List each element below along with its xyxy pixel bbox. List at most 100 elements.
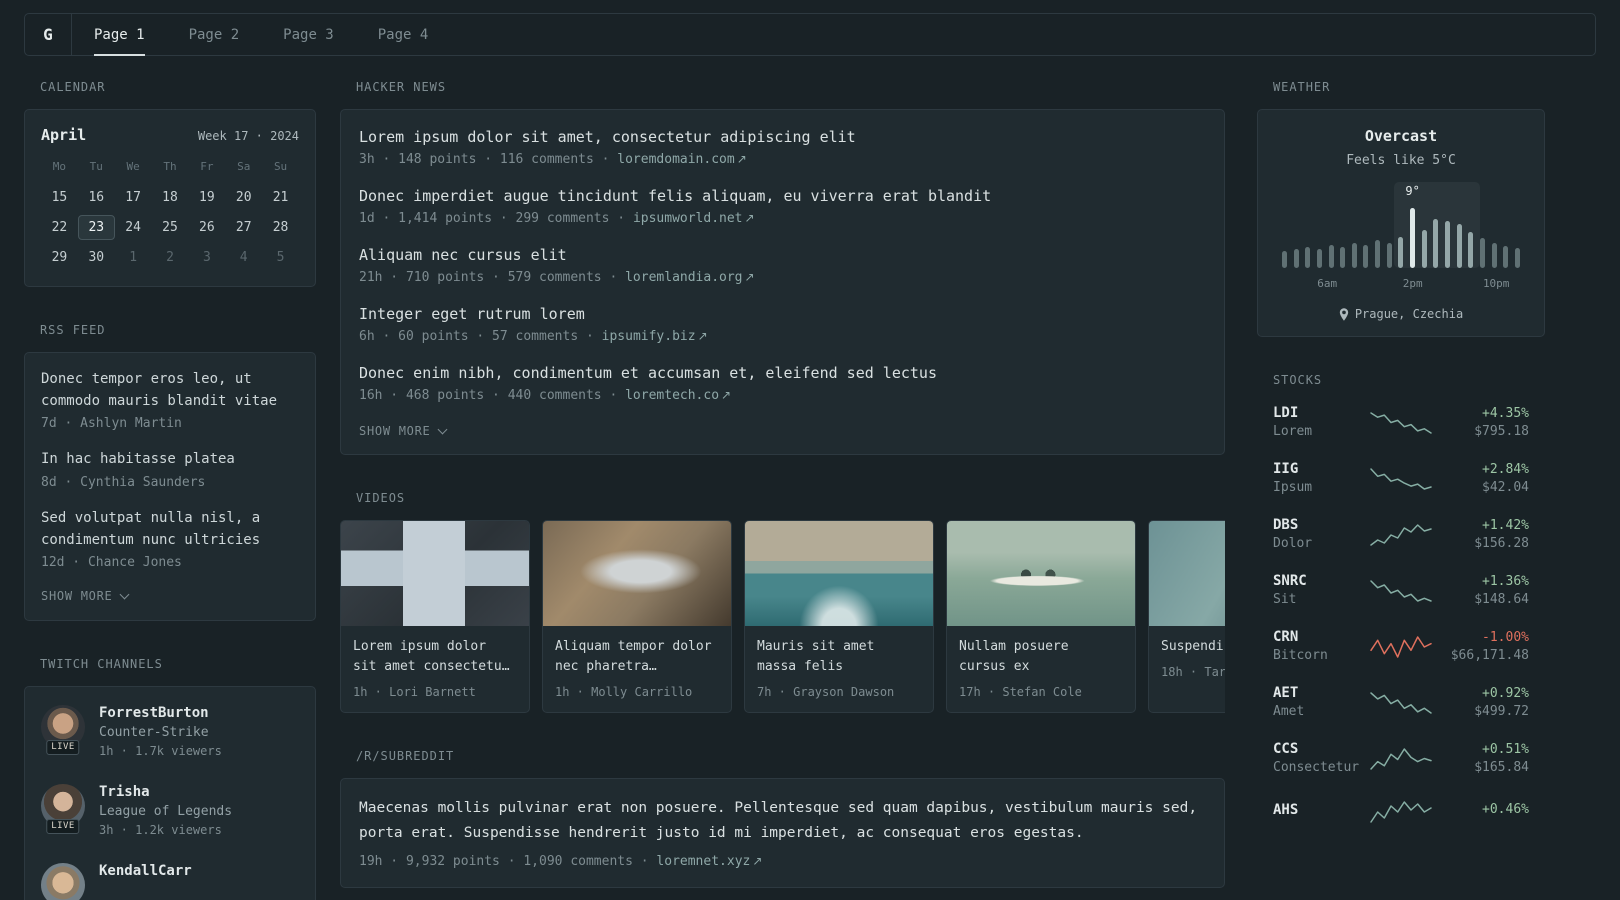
calendar-day: 30 [88,250,105,265]
hacker-news-card: Lorem ipsum dolor sit amet, consectetur … [340,109,1225,455]
weather-time-label: 2pm [1402,277,1423,290]
tab-page-2[interactable]: Page 2 [167,14,262,55]
hn-item-meta-text: 1d · 1,414 points · 299 comments · [359,211,626,226]
calendar-day: 21 [272,190,289,205]
video-card[interactable]: Lorem ipsum dolor sit amet consectetu… 1… [340,520,530,714]
weather-condition: Overcast [1364,127,1438,145]
video-title: Suspendis diam [1161,639,1225,654]
rss-item: Donec tempor eros leo, ut commodo mauris… [41,369,299,431]
hn-item: Aliquam nec cursus elit 21h · 710 points… [359,245,1206,285]
rss-item-link[interactable]: Sed volutpat nulla nisl, a condimentum n… [41,508,299,551]
weather-bar [1305,247,1311,268]
hn-item-title-link[interactable]: Aliquam nec cursus elit [359,245,1206,266]
stock-price: $156.28 [1474,535,1529,551]
twitch-card: LIVE ForrestBurton Counter-Strike 1h · 1… [24,686,316,900]
video-meta: 17h · Stefan Cole [959,685,1082,700]
video-card[interactable]: Mauris sit amet massa felis 7h · Grayson… [744,520,934,714]
subreddit-post-meta-text: 19h · 9,932 points · 1,090 comments · [359,853,649,869]
hn-item: Integer eget rutrum lorem 6h · 60 points… [359,304,1206,344]
calendar-dow: Th [163,160,177,173]
calendar-dow: Mo [52,160,67,173]
tab-page-1[interactable]: Page 1 [72,14,167,56]
top-navigation: G Page 1 Page 2 Page 3 Page 4 [24,13,1596,56]
hn-item-domain-link[interactable]: ipsumify.biz [602,329,696,344]
stock-row: DBS Dolor +1.42% $156.28 [1273,517,1529,551]
calendar-day: 29 [51,250,68,265]
stock-change: +0.51% [1482,741,1529,757]
hn-item-title-link[interactable]: Donec enim nibh, condimentum et accumsan… [359,363,1206,384]
live-badge: LIVE [46,740,80,756]
twitch-channel-row[interactable]: KendallCarr [41,863,299,900]
stock-row: AET Amet +0.92% $499.72 [1273,685,1529,719]
hn-item-title-link[interactable]: Donec imperdiet augue tincidunt felis al… [359,186,1206,207]
hn-item-meta: 16h · 468 points · 440 comments · loremt… [359,388,1206,403]
middle-column: HACKER NEWS Lorem ipsum dolor sit amet, … [340,80,1225,900]
twitch-channel-row[interactable]: LIVE ForrestBurton Counter-Strike 1h · 1… [41,705,299,758]
rss-show-more-button[interactable]: SHOW MORE [41,589,129,603]
video-thumbnail [947,521,1135,626]
avatar [41,863,85,900]
video-card[interactable]: Nullam posuere cursus ex 17h · Stefan Co… [946,520,1136,714]
twitch-avatar-wrap [41,863,85,900]
videos-row: Lorem ipsum dolor sit amet consectetu… 1… [340,520,1225,714]
weather-chart: 9° [1282,182,1520,268]
subreddit-post-link[interactable]: Maecenas mollis pulvinar erat non posuer… [359,796,1206,845]
calendar-day-selected: 23 [77,215,115,240]
rss-card: Donec tempor eros leo, ut commodo mauris… [24,352,316,622]
weather-bar [1514,248,1520,268]
stock-symbol: CRN [1273,629,1299,645]
rss-item-meta: 7d · Ashlyn Martin [41,416,182,432]
hn-item-domain-link[interactable]: ipsumworld.net [633,211,743,226]
hn-item-title-link[interactable]: Lorem ipsum dolor sit amet, consectetur … [359,127,1206,148]
stock-row: CRN Bitcorn -1.00% $66,171.48 [1273,629,1529,663]
tab-page-4[interactable]: Page 4 [356,14,451,55]
subreddit-domain-link[interactable]: loremnet.xyz [656,854,750,869]
twitch-widget: TWITCH CHANNELS LIVE ForrestBurton Count… [24,657,316,900]
hn-item-domain-link[interactable]: loremdomain.com [617,152,734,167]
stock-sparkline [1370,524,1432,546]
dashboard-page: G Page 1 Page 2 Page 3 Page 4 CALENDAR A… [0,13,1620,900]
twitch-channel-row[interactable]: LIVE Trisha League of Legends 3h · 1.2k … [41,784,299,837]
stock-symbol: AHS [1273,801,1299,818]
calendar-day: 28 [272,220,289,235]
calendar-widget-title: CALENDAR [40,80,106,94]
calendar-dow: We [126,160,140,173]
rss-item-link[interactable]: In hac habitasse platea [41,449,299,471]
hn-show-more-button[interactable]: SHOW MORE [359,424,447,438]
twitch-channel-category: League of Legends [99,804,233,820]
video-title: Aliquam tempor dolor nec pharetra… [555,639,712,675]
tab-page-3[interactable]: Page 3 [261,14,356,55]
calendar-month: April [41,126,87,144]
hn-item-domain-link[interactable]: loremtech.co [625,388,719,403]
stock-name: Amet [1273,704,1305,719]
stock-change: +0.46% [1482,802,1529,817]
app-logo[interactable]: G [25,14,72,55]
video-card[interactable]: Aliquam tempor dolor nec pharetra… 1h · … [542,520,732,714]
calendar-day: 22 [51,220,68,235]
weather-bar [1503,246,1509,268]
rss-item-link[interactable]: Donec tempor eros leo, ut commodo mauris… [41,369,299,412]
calendar-day: 18 [162,190,178,205]
video-thumbnail [341,521,529,626]
chevron-down-icon [119,589,129,600]
hn-item-meta-text: 6h · 60 points · 57 comments · [359,329,594,344]
hn-item-domain-link[interactable]: loremlandia.org [625,270,742,285]
external-link-icon: ↗ [752,853,763,868]
calendar-week-year: Week 17 · 2024 [197,129,299,143]
weather-bar [1328,245,1334,268]
hn-item-title-link[interactable]: Integer eget rutrum lorem [359,304,1206,325]
stock-row: AHS +0.46% [1273,797,1529,825]
video-card[interactable]: Suspendis diam 18h · Tara [1148,520,1225,714]
rss-widget-title: RSS FEED [40,323,106,337]
stock-name: Dolor [1273,536,1313,551]
stock-symbol: SNRC [1273,573,1307,589]
stock-price: $795.18 [1474,423,1529,439]
stock-row: CCS Consectetur +0.51% $165.84 [1273,741,1529,775]
stock-sparkline [1370,748,1432,770]
calendar-dow: Tu [89,160,103,173]
calendar-day: 26 [199,220,215,235]
calendar-dow: Su [273,160,288,173]
content-area: CALENDAR April Week 17 · 2024 Mo Tu We T… [0,56,1620,900]
rss-item-meta: 12d · Chance Jones [41,555,182,571]
weather-bar [1363,245,1369,268]
